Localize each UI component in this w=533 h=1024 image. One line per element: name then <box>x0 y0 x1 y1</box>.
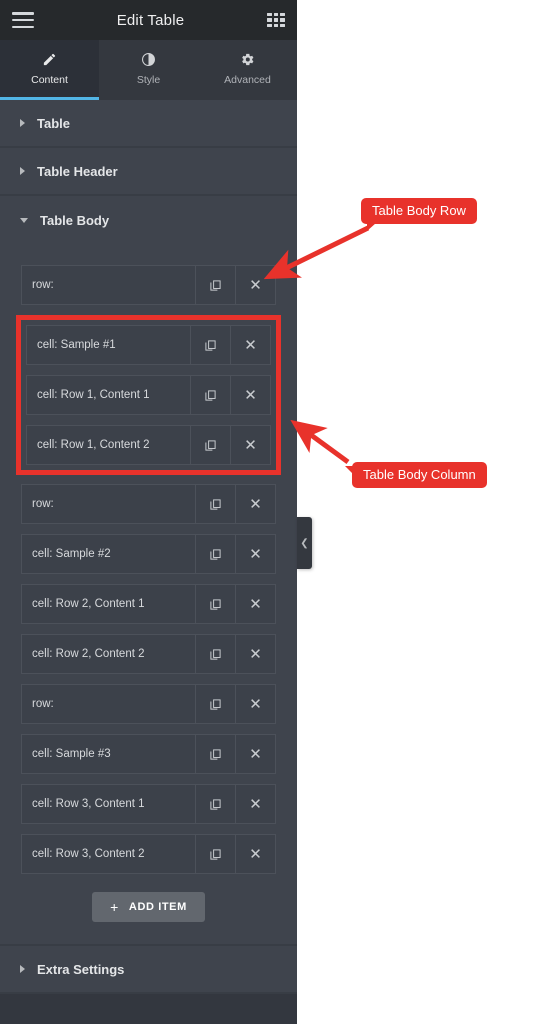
copy-icon[interactable] <box>195 835 235 873</box>
hamburger-icon[interactable] <box>12 12 34 28</box>
close-icon[interactable]: ✕ <box>235 585 275 623</box>
section-table-body-label: Table Body <box>40 212 110 228</box>
list-item[interactable]: cell: Row 3, Content 1 ✕ <box>21 784 276 824</box>
copy-icon[interactable] <box>195 785 235 823</box>
copy-icon[interactable] <box>195 485 235 523</box>
list-item-label: row: <box>32 279 54 291</box>
chevron-right-icon <box>20 119 25 127</box>
list-item[interactable]: row: ✕ <box>21 265 276 305</box>
tab-content-label: Content <box>31 73 68 86</box>
list-item-label: cell: Sample #2 <box>32 548 111 560</box>
close-icon[interactable]: ✕ <box>230 426 270 464</box>
list-item-label: cell: Row 3, Content 1 <box>32 798 145 810</box>
add-item-button[interactable]: + ADD ITEM <box>92 892 205 922</box>
list-item[interactable]: row: ✕ <box>21 684 276 724</box>
copy-icon[interactable] <box>190 376 230 414</box>
list-item-label: cell: Row 3, Content 2 <box>32 848 145 860</box>
copy-icon[interactable] <box>195 635 235 673</box>
tab-content[interactable]: Content <box>0 40 99 100</box>
panel-empty-area <box>0 994 297 1024</box>
close-icon[interactable]: ✕ <box>235 266 275 304</box>
section-table-label: Table <box>37 115 70 131</box>
copy-icon[interactable] <box>195 735 235 773</box>
add-item-row: + ADD ITEM <box>0 884 297 944</box>
annotation-table-body-column: Table Body Column <box>345 462 487 488</box>
pencil-icon <box>42 52 57 68</box>
panel-header: Edit Table <box>0 0 297 40</box>
list-item-label: cell: Row 2, Content 2 <box>32 648 145 660</box>
close-icon[interactable]: ✕ <box>230 376 270 414</box>
chevron-down-icon <box>20 217 28 223</box>
list-item-label: row: <box>32 498 54 510</box>
copy-icon[interactable] <box>195 266 235 304</box>
close-icon[interactable]: ✕ <box>235 485 275 523</box>
list-item-label: cell: Row 1, Content 1 <box>37 389 150 401</box>
annotation-label: Table Body Row <box>372 203 466 218</box>
close-icon[interactable]: ✕ <box>230 326 270 364</box>
close-icon[interactable]: ✕ <box>235 535 275 573</box>
annotation-table-body-row: Table Body Row <box>361 198 477 231</box>
list-item[interactable]: cell: Row 2, Content 2 ✕ <box>21 634 276 674</box>
add-item-label: ADD ITEM <box>128 901 187 913</box>
list-item[interactable]: cell: Sample #1 ✕ <box>26 325 271 365</box>
copy-icon[interactable] <box>195 585 235 623</box>
list-item[interactable]: cell: Row 1, Content 2 ✕ <box>26 425 271 465</box>
editor-panel: Edit Table Content Style Advanced Table … <box>0 0 297 1024</box>
table-body-column-group: cell: Sample #1 ✕ cell: Row 1, Content 1… <box>16 315 281 475</box>
section-extra-settings[interactable]: Extra Settings <box>0 946 297 994</box>
section-table-header-label: Table Header <box>37 163 118 179</box>
copy-icon[interactable] <box>195 685 235 723</box>
tab-style[interactable]: Style <box>99 40 198 100</box>
gear-icon <box>240 52 255 68</box>
section-extra-settings-label: Extra Settings <box>37 961 125 977</box>
tab-style-label: Style <box>136 73 161 86</box>
list-item[interactable]: cell: Sample #3 ✕ <box>21 734 276 774</box>
section-table[interactable]: Table <box>0 100 297 148</box>
close-icon[interactable]: ✕ <box>235 785 275 823</box>
list-item[interactable]: cell: Row 3, Content 2 ✕ <box>21 834 276 874</box>
list-item[interactable]: cell: Row 1, Content 1 ✕ <box>26 375 271 415</box>
close-icon[interactable]: ✕ <box>235 735 275 773</box>
grid-icon[interactable] <box>266 13 285 27</box>
plus-icon: + <box>110 899 119 915</box>
close-icon[interactable]: ✕ <box>235 635 275 673</box>
section-table-header[interactable]: Table Header <box>0 148 297 196</box>
list-item-label: cell: Row 2, Content 1 <box>32 598 145 610</box>
page-title: Edit Table <box>116 11 185 29</box>
list-item-label: row: <box>32 698 54 710</box>
tab-advanced-label: Advanced <box>224 73 271 86</box>
close-icon[interactable]: ✕ <box>235 835 275 873</box>
chevron-right-icon <box>20 965 25 973</box>
tab-advanced[interactable]: Advanced <box>198 40 297 100</box>
chevron-left-icon: ❮ <box>300 537 309 549</box>
arrow-table-body-column <box>290 419 350 465</box>
list-item[interactable]: cell: Sample #2 ✕ <box>21 534 276 574</box>
panel-collapse-handle[interactable]: ❮ <box>297 517 312 569</box>
list-item[interactable]: cell: Row 2, Content 1 ✕ <box>21 584 276 624</box>
list-item[interactable]: row: ✕ <box>21 484 276 524</box>
list-item-label: cell: Row 1, Content 2 <box>37 439 150 451</box>
contrast-icon <box>141 52 156 68</box>
chevron-right-icon <box>20 167 25 175</box>
section-table-body[interactable]: Table Body <box>0 196 297 244</box>
copy-icon[interactable] <box>190 426 230 464</box>
table-body-repeater: row: ✕ cell: Sample #1 ✕ cell: Row 1, Co… <box>0 244 297 874</box>
list-item-label: cell: Sample #1 <box>37 339 116 351</box>
close-icon[interactable]: ✕ <box>235 685 275 723</box>
panel-tabs: Content Style Advanced <box>0 40 297 100</box>
copy-icon[interactable] <box>195 535 235 573</box>
copy-icon[interactable] <box>190 326 230 364</box>
annotation-label: Table Body Column <box>363 467 476 482</box>
list-item-label: cell: Sample #3 <box>32 748 111 760</box>
